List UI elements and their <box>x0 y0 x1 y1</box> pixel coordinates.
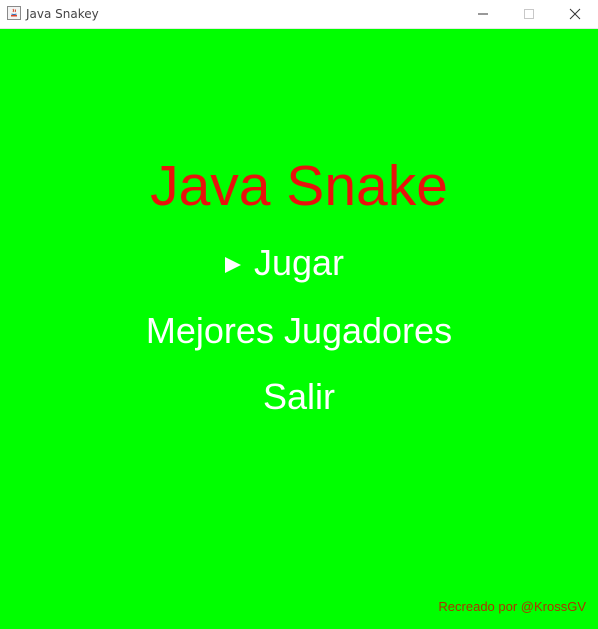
close-icon <box>569 8 581 20</box>
menu-item-play[interactable]: Jugar <box>0 245 598 281</box>
menu-item-play-label: Jugar <box>253 242 345 283</box>
java-app-icon <box>7 6 21 20</box>
maximize-icon <box>524 9 534 19</box>
menu-item-play-wrapper[interactable]: Jugar <box>224 242 345 283</box>
menu-item-exit[interactable]: Salir <box>0 379 598 415</box>
menu-item-high-scores[interactable]: Mejores Jugadores <box>0 313 598 349</box>
game-title: Java Snake <box>150 154 448 218</box>
title-bar[interactable]: Java Snakey <box>0 0 598 29</box>
minimize-icon <box>478 13 488 15</box>
app-window: Java Snakey Java Snake Jugar Mejores Jug… <box>0 0 598 629</box>
maximize-button[interactable] <box>506 0 552 28</box>
minimize-button[interactable] <box>460 0 506 28</box>
credit-text: Recreado por @KrossGV <box>438 599 586 614</box>
game-canvas[interactable]: Java Snake Jugar Mejores Jugadores Salir… <box>0 29 598 629</box>
menu-item-high-scores-label: Mejores Jugadores <box>145 310 453 351</box>
close-button[interactable] <box>552 0 598 28</box>
triangle-right-icon <box>224 257 241 273</box>
menu-item-exit-label: Salir <box>262 376 336 417</box>
window-title: Java Snakey <box>26 7 99 21</box>
